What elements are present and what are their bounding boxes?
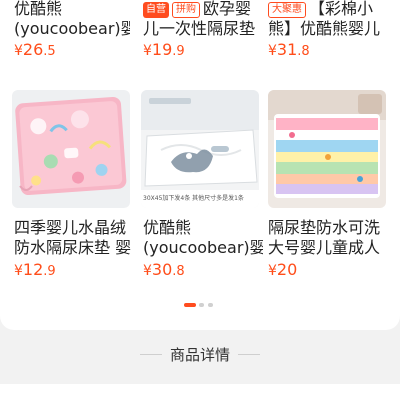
product-details-panel bbox=[0, 384, 400, 400]
product-title-line1: 隔尿垫防水可洗 bbox=[268, 218, 381, 237]
product-title-line1: 优酷熊 bbox=[143, 218, 192, 237]
product-title-line2: 儿一次性隔尿垫 bbox=[143, 19, 256, 38]
product-title-line2: (youcoobear)婴 bbox=[14, 19, 130, 38]
recommendation-card: 优酷熊 (youcoobear)婴 ¥26.5 自营 拼购 欧孕婴 儿一次性隔尿垫 … bbox=[0, 0, 400, 330]
product-title-line1: 优酷熊 bbox=[14, 0, 63, 18]
product-title-line1: 自营 拼购 欧孕婴 bbox=[143, 0, 261, 19]
product-title-line2: 大号婴儿童成人 bbox=[268, 238, 381, 257]
promo-badge: 大聚惠 bbox=[268, 2, 306, 18]
self-operated-badge: 自营 bbox=[143, 2, 169, 18]
group-buy-badge: 拼购 bbox=[172, 2, 200, 18]
pager-dot[interactable] bbox=[199, 303, 204, 307]
product-title-line2: 防水隔尿床垫 婴 bbox=[14, 238, 132, 257]
product-price: ¥31.8 bbox=[268, 40, 310, 59]
product-price: ¥30.8 bbox=[143, 260, 185, 279]
product-price: ¥26.5 bbox=[14, 40, 56, 59]
product-image[interactable] bbox=[268, 90, 386, 208]
product-title-line1: 大聚惠 【彩棉小 bbox=[268, 0, 388, 19]
product-image[interactable] bbox=[141, 90, 259, 208]
product-image[interactable] bbox=[12, 90, 130, 208]
product-price: ¥19.9 bbox=[143, 40, 185, 59]
product-title-line1: 四季婴儿水晶绒 bbox=[14, 218, 127, 237]
product-title-line2: (youcoobear)婴 bbox=[143, 238, 263, 257]
product-price: ¥12.9 bbox=[14, 260, 56, 279]
pager-dot-active[interactable] bbox=[184, 303, 196, 307]
product-price: ¥20 bbox=[268, 260, 298, 279]
product-title-line2: 熊】优酷熊婴儿 bbox=[268, 19, 381, 38]
section-title-product-details: 商品详情 bbox=[169, 346, 230, 364]
pager-dot[interactable] bbox=[208, 303, 213, 307]
divider-right bbox=[238, 354, 260, 355]
image-caption: 30X45加下发4条 其他尺寸多是发1条 bbox=[143, 194, 257, 203]
